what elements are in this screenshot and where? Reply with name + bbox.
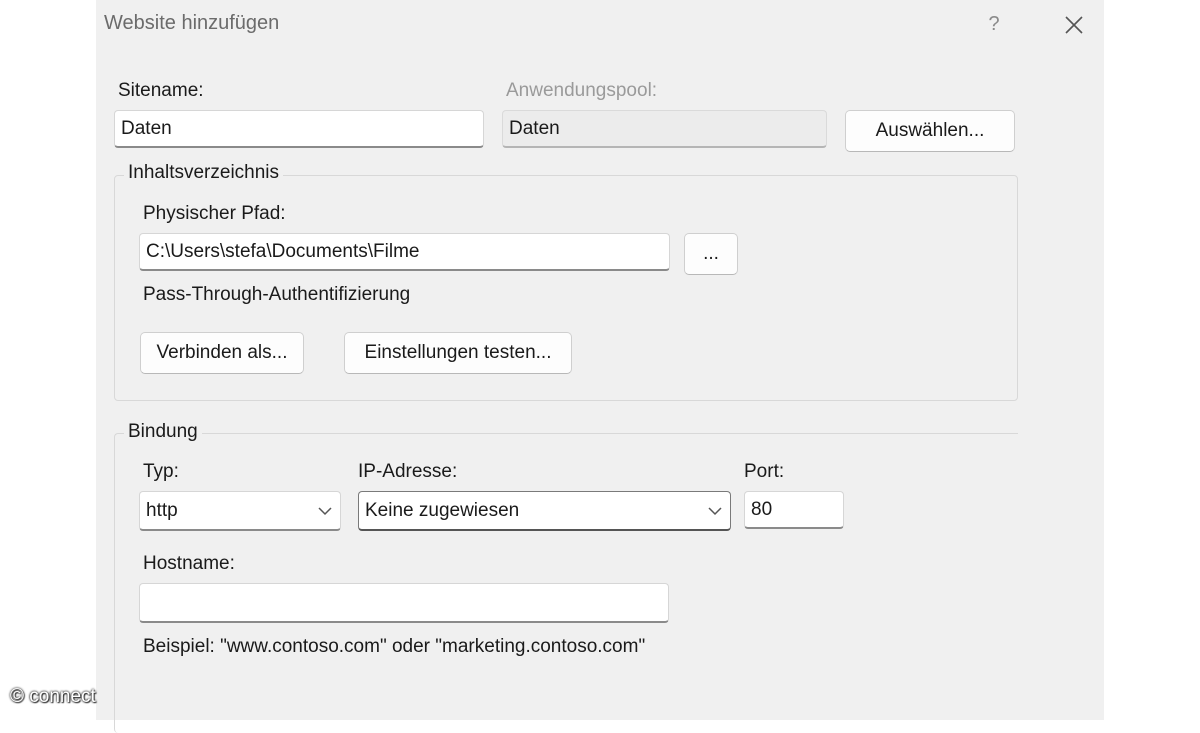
add-website-dialog: Website hinzufügen ? Sitename: Daten Anw… bbox=[96, 0, 1104, 733]
type-select-value: http bbox=[146, 499, 178, 521]
dialog-title: Website hinzufügen bbox=[104, 12, 280, 34]
apppool-label: Anwendungspool: bbox=[506, 80, 658, 101]
close-icon bbox=[1065, 16, 1083, 34]
binding-title: Bindung bbox=[124, 421, 202, 443]
hostname-input[interactable] bbox=[139, 583, 669, 623]
physical-path-label: Physischer Pfad: bbox=[143, 203, 286, 224]
connect-as-button[interactable]: Verbinden als... bbox=[140, 332, 304, 374]
passthrough-auth-label: Pass-Through-Authentifizierung bbox=[143, 284, 411, 305]
ip-address-label: IP-Adresse: bbox=[358, 461, 458, 482]
help-button[interactable]: ? bbox=[980, 8, 1008, 40]
port-label: Port: bbox=[744, 461, 785, 482]
ip-address-select-value: Keine zugewiesen bbox=[365, 499, 520, 521]
chevron-down-icon bbox=[318, 506, 332, 515]
type-select[interactable]: http bbox=[139, 491, 341, 531]
type-label: Typ: bbox=[143, 461, 179, 482]
sitename-input[interactable]: Daten bbox=[114, 110, 484, 148]
close-button[interactable] bbox=[1054, 8, 1094, 42]
ip-address-select[interactable]: Keine zugewiesen bbox=[358, 491, 731, 531]
port-input[interactable]: 80 bbox=[744, 491, 844, 529]
sitename-label: Sitename: bbox=[118, 80, 204, 101]
browse-button[interactable]: ... bbox=[684, 233, 738, 275]
hostname-label: Hostname: bbox=[143, 553, 235, 574]
apppool-field: Daten bbox=[502, 110, 827, 148]
hostname-example-text: Beispiel: "www.contoso.com" oder "market… bbox=[143, 636, 646, 657]
content-directory-title: Inhaltsverzeichnis bbox=[124, 162, 284, 184]
physical-path-input[interactable]: C:\Users\stefa\Documents\Filme bbox=[139, 233, 670, 271]
chevron-down-icon bbox=[708, 506, 722, 515]
select-apppool-button[interactable]: Auswählen... bbox=[845, 110, 1015, 152]
test-settings-button[interactable]: Einstellungen testen... bbox=[344, 332, 572, 374]
watermark: © connect bbox=[10, 686, 96, 707]
